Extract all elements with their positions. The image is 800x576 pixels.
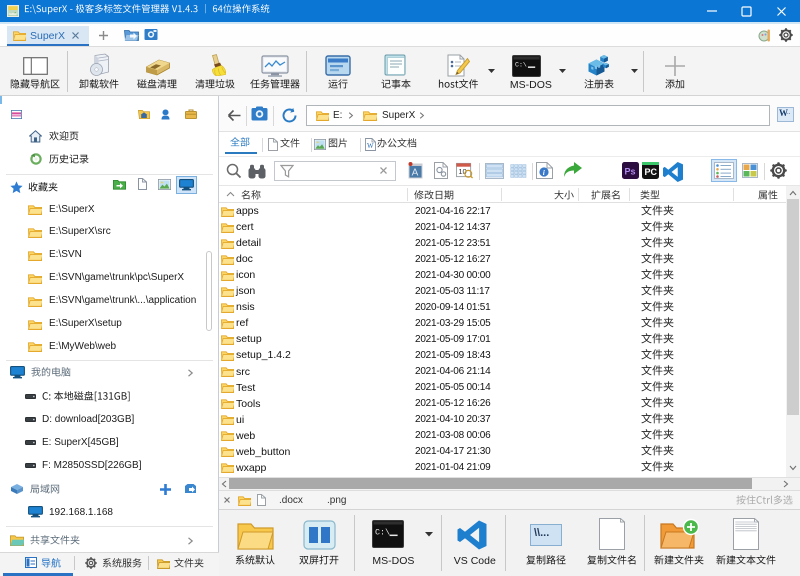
svg-text:PC: PC xyxy=(645,167,658,177)
svg-text:C:\: C:\ xyxy=(375,528,390,538)
svg-text:Ps: Ps xyxy=(625,167,636,177)
svg-text:C:\: C:\ xyxy=(515,61,527,68)
svg-text:A: A xyxy=(412,168,419,179)
svg-text:W: W xyxy=(367,142,374,150)
